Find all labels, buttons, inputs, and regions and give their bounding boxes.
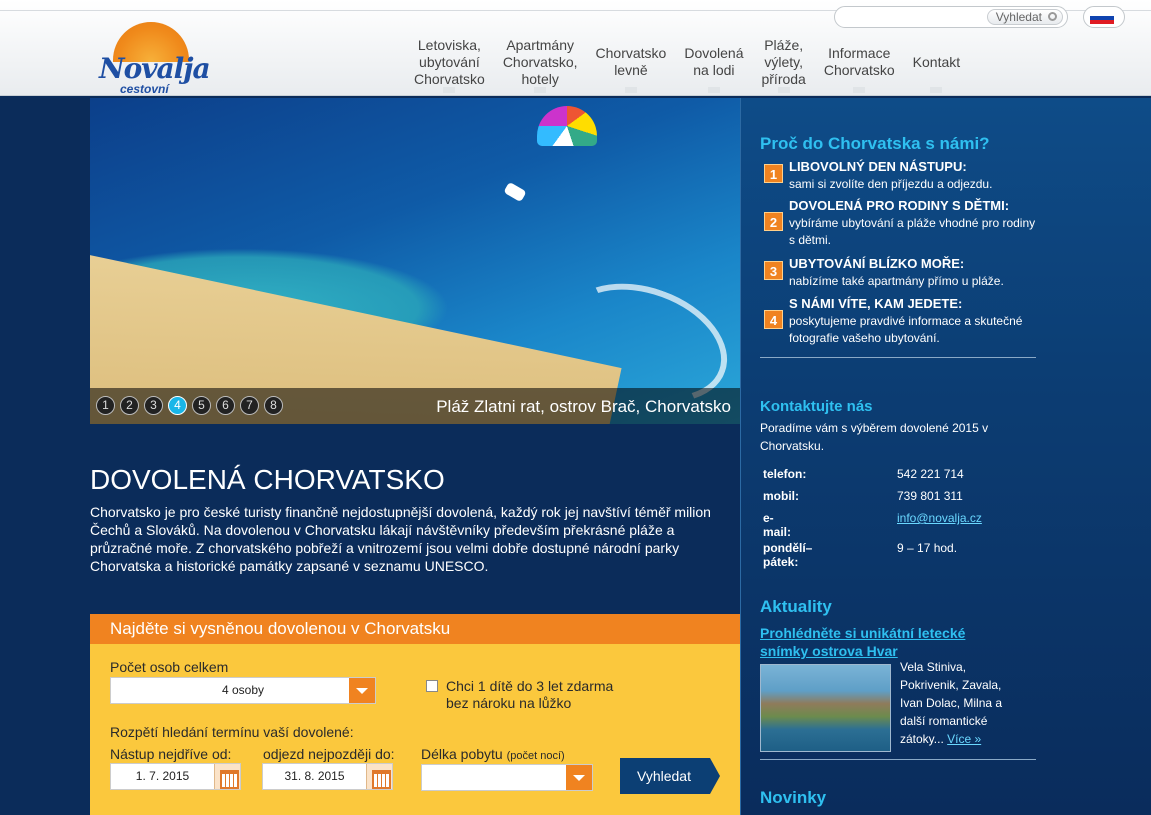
- length-select[interactable]: [421, 764, 593, 791]
- hero-image: [90, 98, 740, 424]
- hero-parasail: [537, 106, 597, 146]
- why-title: S NÁMI VÍTE, KAM JEDETE:: [789, 296, 963, 311]
- contact-value: 542 221 714: [897, 467, 964, 481]
- why-number: 2: [764, 212, 783, 231]
- free-child-checkbox[interactable]: [426, 680, 438, 692]
- slider-dot[interactable]: 2: [120, 396, 139, 415]
- hero-caption: Pláž Zlatni rat, ostrov Brač, Chorvatsko: [436, 397, 731, 416]
- why-title: LIBOVOLNÝ DEN NÁSTUPU:: [789, 159, 967, 174]
- nav-label: Dovolená na lodi: [684, 45, 744, 78]
- why-number: 1: [764, 164, 783, 183]
- header: Novalja cestovní kancelář Letoviska, uby…: [0, 0, 1151, 110]
- slider-dots: 1 2 3 4 5 6 7 8: [96, 396, 283, 415]
- hero-boat: [503, 181, 527, 203]
- persons-label: Počet osob celkem: [110, 659, 229, 675]
- divider: [760, 357, 1036, 358]
- more-link[interactable]: Více »: [947, 732, 981, 746]
- from-date-value: 1. 7. 2015: [135, 769, 190, 783]
- slider-dot[interactable]: 8: [264, 396, 283, 415]
- slider-dot[interactable]: 3: [144, 396, 163, 415]
- to-date-value: 31. 8. 2015: [284, 769, 345, 783]
- email-link[interactable]: info@novalja.cz: [897, 511, 982, 525]
- news-thumbnail[interactable]: [760, 664, 891, 752]
- why-item: 1 LIBOVOLNÝ DEN NÁSTUPU: sami si zvolíte…: [760, 158, 1040, 198]
- why-heading: Proč do Chorvatska s námi?: [760, 134, 990, 153]
- novinky-heading: Novinky: [760, 788, 827, 807]
- why-title: DOVOLENÁ PRO RODINY S DĚTMI:: [789, 198, 1010, 213]
- free-child-label-2: bez nároku na lůžko: [446, 695, 572, 711]
- why-number: 3: [764, 261, 783, 280]
- why-item: 4 S NÁMI VÍTE, KAM JEDETE: poskytujeme p…: [760, 295, 1040, 351]
- why-item: 2 DOVOLENÁ PRO RODINY S DĚTMI: vybíráme …: [760, 197, 1040, 253]
- nav-label: Apartmány Chorvatsko, hotely: [502, 36, 578, 87]
- logo[interactable]: Novalja cestovní kancelář: [95, 22, 220, 110]
- length-label-text: Délka pobytu: [421, 746, 503, 762]
- contact-key: e-mail:: [763, 511, 792, 539]
- nav-chorvatsko-levne[interactable]: Chorvatsko levně: [587, 33, 676, 93]
- to-date-input[interactable]: 31. 8. 2015: [262, 763, 393, 790]
- dropdown-arrow-icon: [349, 678, 375, 703]
- dropdown-arrow-icon: [566, 765, 592, 790]
- why-desc: poskytujeme pravdivé informace a skutečn…: [789, 314, 1023, 345]
- search-button[interactable]: Vyhledat: [986, 9, 1063, 25]
- nav-informace[interactable]: Informace Chorvatsko: [815, 33, 904, 93]
- nav-label: Pláže, výlety, příroda: [761, 36, 806, 87]
- why-desc: vybíráme ubytování a pláže vhodné pro ro…: [789, 216, 1036, 247]
- main-nav: Letoviska, ubytování Chorvatsko Apartmán…: [405, 33, 969, 93]
- nav-kontakt[interactable]: Kontakt: [904, 33, 969, 93]
- from-label: Nástup nejdříve od:: [110, 746, 232, 762]
- contact-value: 739 801 311: [897, 489, 963, 503]
- persons-select[interactable]: 4 osoby: [110, 677, 376, 704]
- contact-key: pondělí–pátek:: [763, 541, 813, 569]
- slider-dot[interactable]: 1: [96, 396, 115, 415]
- slider-dot[interactable]: 5: [192, 396, 211, 415]
- search-button-label: Vyhledat: [995, 10, 1042, 24]
- nav-apartmany[interactable]: Apartmány Chorvatsko, hotely: [494, 33, 587, 93]
- submit-search-button[interactable]: Vyhledat: [620, 758, 720, 794]
- calendar-icon[interactable]: [214, 764, 240, 789]
- news-link[interactable]: Prohlédněte si unikátní letecké snímky o…: [760, 624, 1000, 660]
- intro-text: Chorvatsko je pro české turisty finančně…: [90, 504, 711, 574]
- nav-label: Letoviska, ubytování Chorvatsko: [414, 36, 485, 87]
- contact-intro: Poradíme vám s výběrem dovolené 2015 v C…: [760, 421, 989, 453]
- nav-dovolena-na-lodi[interactable]: Dovolená na lodi: [675, 33, 752, 93]
- length-hint: (počet nocí): [506, 750, 565, 762]
- contact-key: mobil:: [763, 489, 799, 503]
- slider-dot[interactable]: 6: [216, 396, 235, 415]
- persons-value: 4 osoby: [221, 683, 265, 697]
- why-desc: nabízíme také apartmány přímo u pláže.: [789, 274, 1004, 288]
- logo-name: Novalja: [99, 52, 211, 85]
- language-switch[interactable]: [1083, 6, 1125, 28]
- why-desc: sami si zvolíte den příjezdu a odjezdu.: [789, 177, 993, 191]
- free-child-label: Chci 1 dítě do 3 let zdarma: [446, 678, 614, 694]
- sidebar: Proč do Chorvatska s námi? 1 LIBOVOLNÝ D…: [740, 98, 1151, 815]
- nav-label: Informace Chorvatsko: [823, 45, 895, 78]
- news-text: Vela Stiniva, Pokrivenik, Zavala, Ivan D…: [900, 658, 1020, 748]
- nav-label: Chorvatsko levně: [595, 45, 667, 78]
- search-form-heading: Najděte si vysněnou dovolenou v Chorvats…: [90, 614, 740, 644]
- length-label: Délka pobytu (počet nocí): [421, 746, 565, 762]
- search-input[interactable]: Vyhledat: [834, 6, 1068, 28]
- page-title: DOVOLENÁ CHORVATSKO: [90, 464, 445, 495]
- divider: [760, 759, 1036, 760]
- why-title: UBYTOVÁNÍ BLÍZKO MOŘE:: [789, 256, 965, 271]
- nav-label: Kontakt: [912, 53, 961, 70]
- calendar-icon[interactable]: [366, 764, 392, 789]
- hero-caption-bar: 1 2 3 4 5 6 7 8 Pláž Zlatni rat, ostrov …: [90, 388, 740, 424]
- nav-plaze[interactable]: Pláže, výlety, příroda: [752, 33, 814, 93]
- why-number: 4: [764, 310, 783, 329]
- magnifier-icon: [1048, 12, 1057, 21]
- to-label: odjezd nejpozději do:: [263, 746, 395, 762]
- why-item: 3 UBYTOVÁNÍ BLÍZKO MOŘE: nabízíme také a…: [760, 255, 1040, 295]
- from-date-input[interactable]: 1. 7. 2015: [110, 763, 241, 790]
- contact-heading: Kontaktujte nás: [760, 398, 873, 415]
- slider-dot-active[interactable]: 4: [168, 396, 187, 415]
- slider-dot[interactable]: 7: [240, 396, 259, 415]
- date-range-label: Rozpětí hledání termínu vaší dovolené:: [110, 724, 354, 740]
- news-heading: Aktuality: [760, 597, 832, 616]
- slovak-flag-icon: [1090, 12, 1114, 24]
- contact-key: telefon:: [763, 467, 807, 481]
- nav-letoviska[interactable]: Letoviska, ubytování Chorvatsko: [405, 33, 494, 93]
- contact-value: 9 – 17 hod.: [897, 541, 958, 555]
